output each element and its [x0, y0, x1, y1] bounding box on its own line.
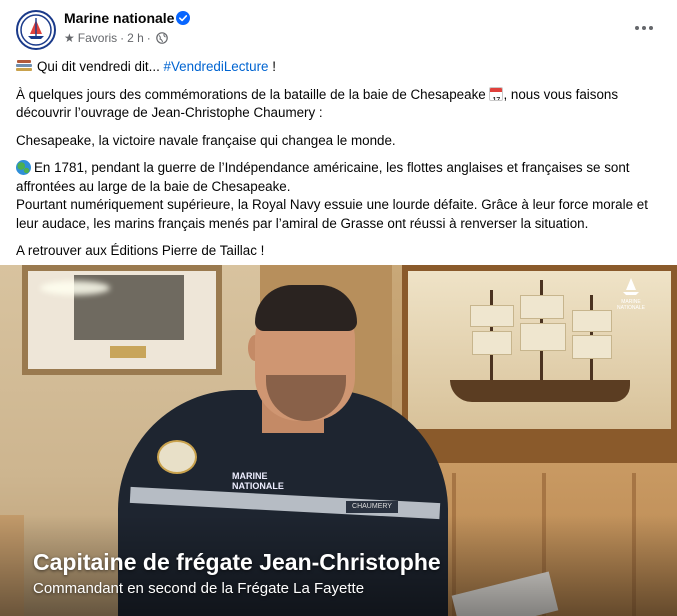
hashtag-link[interactable]: #VendrediLecture — [164, 59, 269, 74]
post-paragraph-1: Qui dit vendredi dit... #VendrediLecture… — [16, 58, 661, 77]
video-caption-title: Capitaine de frégate Jean-Christophe — [33, 549, 441, 575]
video-caption-subtitle: Commandant en second de la Frégate La Fa… — [33, 580, 365, 597]
globe-emoji — [16, 160, 31, 175]
page-name[interactable]: Marine nationale — [64, 10, 174, 27]
para4-line-1: En 1781, pendant la guerre de l’Indépend… — [16, 160, 630, 194]
post-paragraph-2: À quelques jours des commémorations de l… — [16, 86, 661, 123]
meta-separator-2: · — [146, 31, 151, 45]
watermark-text: MARINE NATIONALE — [617, 299, 645, 311]
facebook-post: Marine nationale ★ Favoris · 2 h · Qui d… — [0, 0, 677, 616]
audience-label[interactable]: Favoris — [78, 30, 117, 46]
video-ship-model — [450, 380, 630, 402]
post-paragraph-3: Chesapeake, la victoire navale française… — [16, 132, 396, 148]
post-paragraph-4: En 1781, pendant la guerre de l’Indépend… — [16, 159, 661, 233]
verified-badge-icon — [176, 11, 190, 25]
globe-icon — [155, 32, 168, 44]
para4-line-2: Pourtant numériquement supérieure, la Ro… — [16, 197, 648, 231]
page-avatar[interactable] — [16, 10, 56, 50]
post-meta: ★ Favoris · 2 h · — [64, 30, 168, 46]
video-picture-frame — [22, 265, 222, 375]
star-icon: ★ — [64, 31, 75, 45]
video-watermark-logo: MARINE NATIONALE — [615, 277, 647, 313]
post-header: Marine nationale ★ Favoris · 2 h · — [0, 0, 677, 56]
post-time[interactable]: 2 h — [127, 30, 144, 46]
calendar-emoji: 17 — [489, 86, 504, 101]
para2-text-a: À quelques jours des commémorations de l… — [16, 86, 490, 102]
intro-end: ! — [268, 59, 276, 74]
video-player[interactable]: MARINE NATIONALE MARINE NATIONALE CHAUME… — [0, 265, 677, 616]
post-paragraph-5: A retrouver aux Éditions Pierre de Taill… — [16, 243, 265, 258]
video-marine-patch: MARINE NATIONALE — [232, 471, 284, 491]
marine-nationale-logo-icon — [20, 14, 52, 46]
marine-anchor-icon — [623, 278, 639, 295]
video-name-tag: CHAUMERY — [346, 501, 398, 513]
more-icon — [635, 26, 639, 30]
more-options-button[interactable] — [628, 14, 660, 42]
books-emoji — [16, 60, 32, 72]
intro-text: Qui dit vendredi dit... — [37, 59, 164, 74]
post-text: Qui dit vendredi dit... #VendrediLecture… — [16, 58, 661, 270]
meta-separator: · — [120, 31, 125, 45]
video-shoulder-patch — [157, 440, 197, 474]
